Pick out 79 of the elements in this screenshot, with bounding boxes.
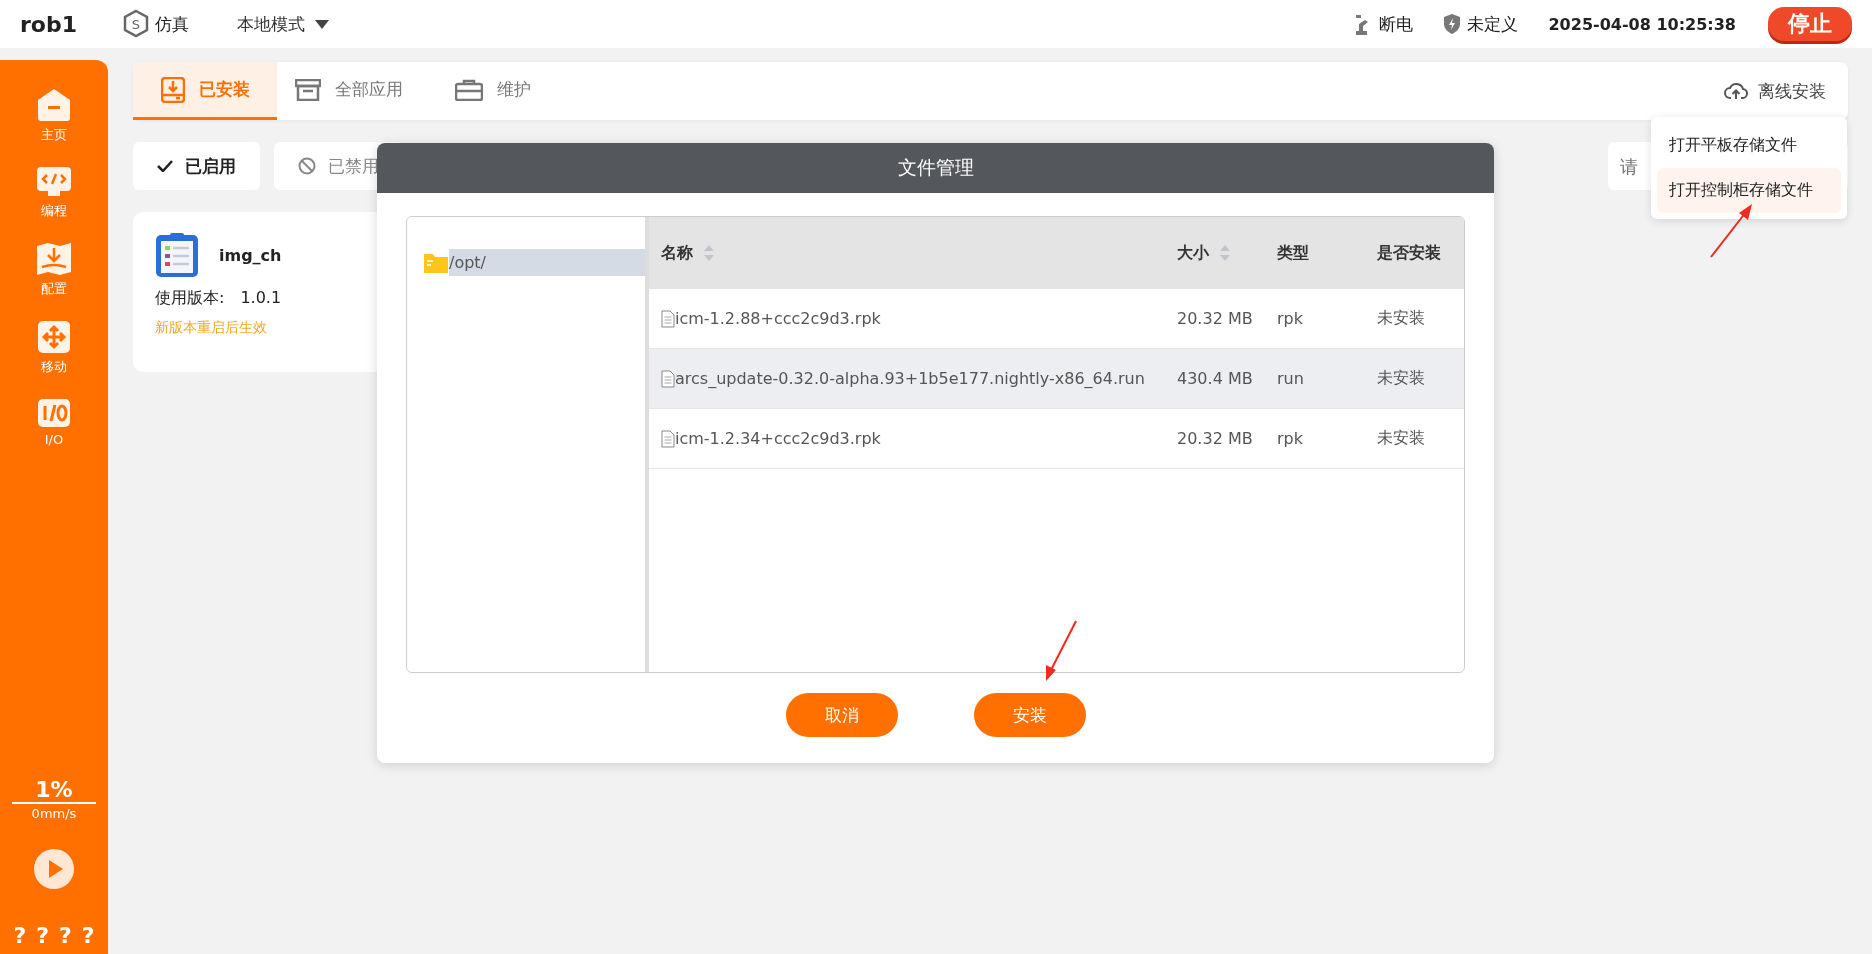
monitor-code-icon — [36, 166, 72, 198]
tree-item[interactable]: /opt/ — [449, 249, 645, 276]
restart-note: 新版本重启后生效 — [155, 319, 268, 337]
column-header: 是否安装 — [1377, 242, 1441, 264]
power-status: 断电 — [1379, 12, 1414, 36]
table-cell: 20.32 MB — [1177, 429, 1253, 448]
table-cell: rpk — [1277, 429, 1303, 448]
table-cell: 未安装 — [1377, 308, 1425, 329]
table-cell: arcs_update-0.32.0-alpha.93+1b5e177.nightly-x86_64.run — [675, 369, 1145, 388]
ban-icon — [298, 157, 316, 175]
column-header: 类型 — [1277, 242, 1309, 264]
dialog-button[interactable]: 取消 — [785, 693, 898, 737]
dialog-title: 文件管理 — [897, 155, 974, 180]
home-icon — [37, 88, 71, 122]
table-cell: rpk — [1277, 309, 1303, 328]
map-download-icon — [36, 242, 72, 276]
play-icon[interactable] — [34, 849, 74, 889]
sort-icon[interactable] — [1219, 244, 1231, 262]
clipboard-list-icon — [155, 232, 199, 278]
version-label: 使用版本: — [155, 288, 225, 309]
table-cell: 未安装 — [1377, 428, 1425, 449]
table-cell: run — [1277, 369, 1304, 388]
app-name: img_ch — [219, 245, 282, 265]
sidebar-label: 配置 — [41, 280, 67, 298]
check-icon — [157, 160, 173, 172]
table-row[interactable]: arcs_update-0.32.0-alpha.93+1b5e177.nightly-x86_64.run 430.4 MB run 未安装 — [649, 349, 1464, 409]
speed-percent: 1% — [12, 777, 96, 804]
caret-icon — [315, 19, 330, 29]
offline-install-button[interactable]: 离线安装 — [1718, 62, 1848, 120]
arrow-annotation — [1046, 620, 1077, 681]
table-row[interactable]: icm-1.2.34+ccc2c9d3.rpk 20.32 MB rpk 未安装 — [649, 409, 1464, 469]
sidebar-label: 移动 — [41, 358, 67, 376]
sort-icon[interactable] — [703, 244, 715, 262]
dialog-button[interactable]: 安装 — [973, 693, 1086, 737]
shield-icon — [1443, 13, 1462, 35]
sidebar-item[interactable]: 配置 — [36, 242, 72, 298]
sidebar-item[interactable]: I/O — [37, 398, 71, 447]
file-icon — [661, 429, 675, 448]
sidebar-item[interactable]: 移动 — [37, 320, 71, 376]
robot-name: rob1 — [20, 11, 78, 37]
archive-box-icon — [295, 78, 321, 101]
help-mark[interactable]: ? — [59, 923, 72, 948]
table-cell: 20.32 MB — [1177, 309, 1253, 328]
table-cell: icm-1.2.34+ccc2c9d3.rpk — [675, 429, 881, 448]
sidebar-label: 编程 — [41, 202, 67, 220]
menu-item[interactable]: 打开控制柜存储文件 — [1657, 168, 1841, 213]
table-cell: icm-1.2.88+ccc2c9d3.rpk — [675, 309, 881, 328]
speed-value: 0mm/s — [31, 806, 77, 821]
datetime: 2025-04-08 10:25:38 — [1548, 14, 1736, 34]
help-mark[interactable]: ? — [81, 923, 95, 948]
safety-status: 未定义 — [1467, 12, 1519, 36]
table-cell: 未安装 — [1377, 368, 1425, 389]
arrow-annotation — [1710, 204, 1752, 258]
sidebar-label: I/O — [44, 432, 64, 447]
column-header: 大小 — [1177, 242, 1209, 264]
sim-label: 仿真 — [155, 12, 190, 36]
io-icon — [37, 398, 71, 428]
folder-icon — [423, 251, 449, 274]
help-mark[interactable]: ? — [13, 923, 27, 948]
column-header: 名称 — [661, 242, 693, 264]
stop-button[interactable]: 停止 — [1768, 7, 1852, 41]
move-arrows-icon — [37, 320, 71, 354]
table-cell: 430.4 MB — [1177, 369, 1253, 388]
tab[interactable]: 维护 — [421, 62, 565, 120]
version-value: 1.0.1 — [240, 288, 282, 309]
sidebar-item[interactable]: 主页 — [37, 88, 71, 144]
file-icon — [661, 369, 675, 388]
toolbox-icon — [455, 78, 483, 101]
cloud-upload-icon — [1724, 81, 1748, 101]
download-box-icon — [160, 76, 185, 103]
tab[interactable]: 已安装 — [133, 62, 277, 120]
menu-item[interactable]: 打开平板存储文件 — [1657, 123, 1841, 168]
mode-dropdown[interactable]: 本地模式 — [231, 11, 336, 37]
file-icon — [661, 309, 675, 328]
tab[interactable]: 全部应用 — [277, 62, 421, 120]
filter-button[interactable]: 已启用 — [133, 142, 260, 190]
sidebar-label: 主页 — [41, 126, 67, 144]
sidebar-item[interactable]: 编程 — [36, 166, 72, 220]
help-mark[interactable]: ? — [36, 923, 49, 948]
